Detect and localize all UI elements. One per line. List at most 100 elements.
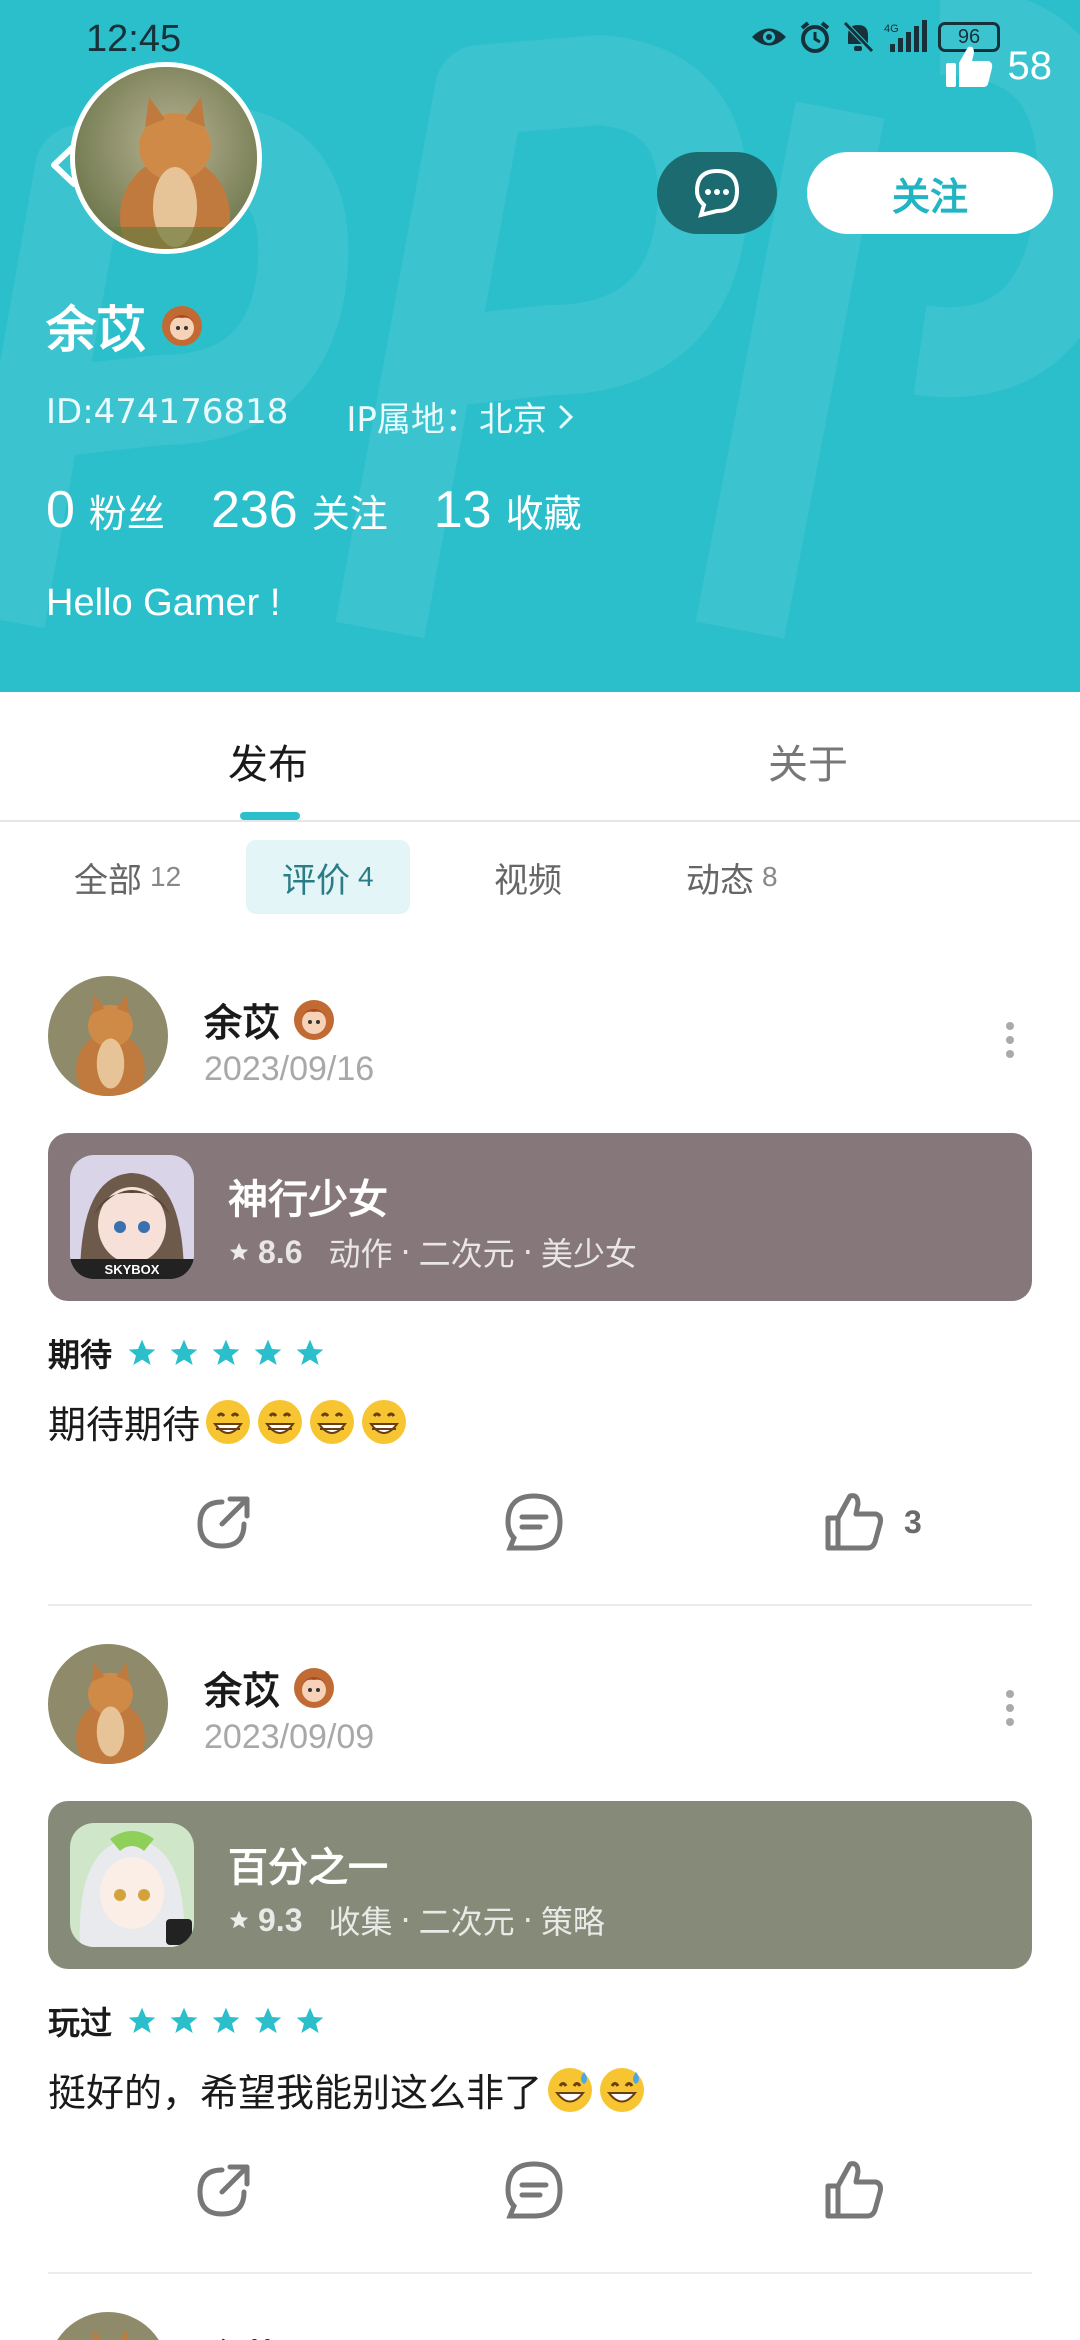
game-tag: 动作 <box>328 1235 393 1273</box>
star-icon <box>254 2007 282 2033</box>
stat-number: 236 <box>210 481 298 539</box>
comment-button[interactable] <box>502 1490 566 1554</box>
cat-avatar-image <box>48 2312 168 2340</box>
game-tag: 二次元 <box>418 1235 515 1273</box>
more-options-icon[interactable] <box>1000 1020 1020 1060</box>
mute-bell-icon <box>843 21 874 53</box>
rating-label: 玩过 <box>48 2004 113 2042</box>
author-name: 余苡 <box>204 2328 280 2340</box>
stat-favorites[interactable]: 13 收藏 <box>434 480 582 540</box>
star-icon <box>229 1910 249 1929</box>
tab-publish[interactable]: 发布 <box>228 732 308 790</box>
thumb-up-filled-icon <box>945 46 992 87</box>
author-avatar[interactable] <box>48 976 168 1096</box>
stat-label: 收藏 <box>505 492 582 536</box>
share-button[interactable] <box>192 1490 256 1554</box>
thumb-up-icon <box>825 1493 883 1551</box>
profile-stats: 0 粉丝 236 关注 13 收藏 <box>46 480 582 540</box>
game-card[interactable]: 百分之一 9.3 收集 · 二次元 · 策略 <box>48 1801 1032 1969</box>
grin-emoji-icon <box>362 1399 407 1444</box>
star-icon <box>212 2007 240 2033</box>
star-icon <box>296 2007 324 2033</box>
message-button[interactable] <box>657 152 777 234</box>
anime-badge-icon <box>294 1667 335 1708</box>
profile-header: 12:45 4G 96 58 关注 余苡 ID:474176818 IP属地：北… <box>0 0 1080 692</box>
eye-icon <box>752 28 786 46</box>
chip-label: 视频 <box>494 860 562 901</box>
game-tag: 二次元 <box>418 1903 515 1941</box>
profile-avatar[interactable] <box>70 62 262 254</box>
chevron-right-icon <box>559 405 574 428</box>
author-name: 余苡 <box>204 1669 281 1713</box>
id-row: ID:474176818 IP属地：北京 <box>46 392 575 441</box>
post-date: 2023/09/16 <box>204 1050 375 1088</box>
profile-likes: 58 <box>944 44 1052 89</box>
post-divider <box>48 1604 1032 1606</box>
post-actions <box>0 2158 1080 2238</box>
game-icon-label: SKYBOX <box>105 1262 160 1277</box>
stat-label: 关注 <box>311 492 388 536</box>
user-id: ID:474176818 <box>46 392 289 432</box>
star-icon <box>229 1242 249 1261</box>
ip-location[interactable]: IP属地：北京 <box>346 392 575 441</box>
game-tag: 收集 <box>328 1903 393 1941</box>
status-time: 12:45 <box>86 18 182 60</box>
author-avatar[interactable] <box>48 2312 168 2340</box>
tag-separator: · <box>522 1233 533 1271</box>
tab-about[interactable]: 关于 <box>768 732 848 790</box>
like-button[interactable] <box>822 2158 904 2222</box>
post-text: 挺好的，希望我能别这么非了 <box>48 2071 543 2115</box>
post-actions: 3 <box>0 1490 1080 1570</box>
author-name-row: 余苡 <box>204 992 336 1047</box>
post-text-row: 期待期待 <box>48 1394 408 1449</box>
post-date: 2023/09/09 <box>204 1718 375 1756</box>
star-icon <box>170 2007 198 2033</box>
share-button[interactable] <box>192 2158 256 2222</box>
sweat-smile-emoji-icon <box>600 2067 645 2112</box>
chip-count: 4 <box>358 861 374 892</box>
grin-emoji-icon <box>206 1399 251 1444</box>
stat-followers[interactable]: 0 粉丝 <box>46 480 165 540</box>
thumb-up-icon <box>825 2161 883 2219</box>
stat-following[interactable]: 236 关注 <box>211 480 388 540</box>
comment-button[interactable] <box>502 2158 566 2222</box>
filter-chips: 全部 12 评价 4 视频 动态 8 <box>0 840 1080 920</box>
like-button[interactable]: 3 <box>822 1490 922 1554</box>
profile-name-row: 余苡 <box>46 290 204 362</box>
post-text: 期待期待 <box>48 1403 201 1447</box>
star-icon <box>212 1339 240 1365</box>
game-tag: 美少女 <box>540 1235 637 1273</box>
rating-label: 期待 <box>48 1336 113 1374</box>
game-card[interactable]: SKYBOX 神行少女 8.6 动作 · 二次元 · 美少女 <box>48 1133 1032 1301</box>
author-name-row: 余苡 <box>204 1660 336 1715</box>
game-score: 8.6 <box>258 1233 303 1270</box>
like-count: 3 <box>904 1503 922 1540</box>
more-options-icon[interactable] <box>1000 1688 1020 1728</box>
svg-text:4G: 4G <box>884 23 899 35</box>
star-icon <box>128 2007 156 2033</box>
chip-count: 12 <box>150 861 182 892</box>
author-avatar[interactable] <box>48 1644 168 1764</box>
anime-badge-icon <box>162 306 202 346</box>
rating-stars <box>126 2005 326 2037</box>
star-icon <box>296 1339 324 1365</box>
game-title: 神行少女 <box>228 1177 388 1223</box>
filter-chip-all[interactable]: 全部 12 <box>74 840 181 914</box>
comment-icon <box>505 2161 563 2219</box>
chip-label: 全部 <box>74 860 142 901</box>
cat-avatar-image <box>75 67 257 249</box>
profile-name: 余苡 <box>46 301 146 359</box>
stat-number: 0 <box>46 481 75 539</box>
filter-chip-videos[interactable]: 视频 <box>494 840 562 914</box>
tab-active-indicator <box>240 812 300 820</box>
chip-label: 评价 <box>282 860 350 901</box>
filter-chip-moments[interactable]: 动态 8 <box>686 840 778 914</box>
follow-button[interactable]: 关注 <box>807 152 1053 234</box>
star-icon <box>254 1339 282 1365</box>
tag-separator: · <box>400 1233 411 1271</box>
filter-chip-reviews[interactable]: 评价 4 <box>246 840 410 914</box>
share-icon <box>197 1496 250 1549</box>
chip-label: 动态 <box>686 860 754 901</box>
rating-stars <box>126 1337 326 1369</box>
star-icon <box>170 1339 198 1365</box>
